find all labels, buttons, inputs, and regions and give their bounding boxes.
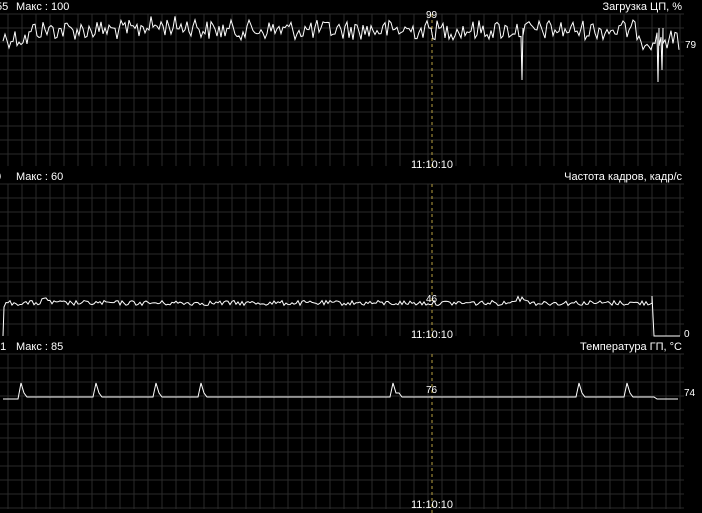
fps-cursor-value: 46 <box>426 294 438 305</box>
cpu-current-value: 79 <box>685 40 697 51</box>
gpu-cursor-time: 11:10:10 <box>411 499 454 511</box>
cpu-usage-graph <box>0 13 684 170</box>
cpu-usage-line <box>2 16 680 83</box>
cpu-title: Загрузка ЦП, % <box>602 1 682 13</box>
grid <box>0 183 684 340</box>
cpu-usage-panel: 55 Макс : 100 Загрузка ЦП, % 99 79 11:10… <box>0 0 702 171</box>
gpu-temperature-graph <box>0 353 684 513</box>
cpu-cursor-value: 99 <box>426 10 438 21</box>
gpu-current-value: 74 <box>684 388 696 399</box>
cpu-max-label: Макс : 100 <box>16 1 70 13</box>
grid <box>0 13 684 170</box>
gpu-title: Температура ГП, °С <box>580 341 682 353</box>
fps-min-label: 0 <box>0 171 1 184</box>
monitoring-window: 55 Макс : 100 Загрузка ЦП, % 99 79 11:10… <box>0 0 702 513</box>
gpu-temperature-line <box>3 382 678 400</box>
framerate-graph <box>0 183 684 340</box>
fps-max-label: Макс : 60 <box>16 171 64 183</box>
grid <box>0 353 684 513</box>
cpu-min-label: 55 <box>0 1 9 13</box>
gpu-temperature-panel: 71 Макс : 85 Температура ГП, °С 76 74 11… <box>0 340 702 513</box>
gpu-min-label: 71 <box>0 341 7 353</box>
framerate-panel: 0 Макс : 60 Частота кадров, кадр/с 46 0 … <box>0 170 702 341</box>
gpu-cursor-value: 76 <box>426 385 438 396</box>
gpu-max-label: Макс : 85 <box>16 341 64 353</box>
fps-title: Частота кадров, кадр/с <box>564 171 682 183</box>
framerate-line <box>2 295 680 337</box>
